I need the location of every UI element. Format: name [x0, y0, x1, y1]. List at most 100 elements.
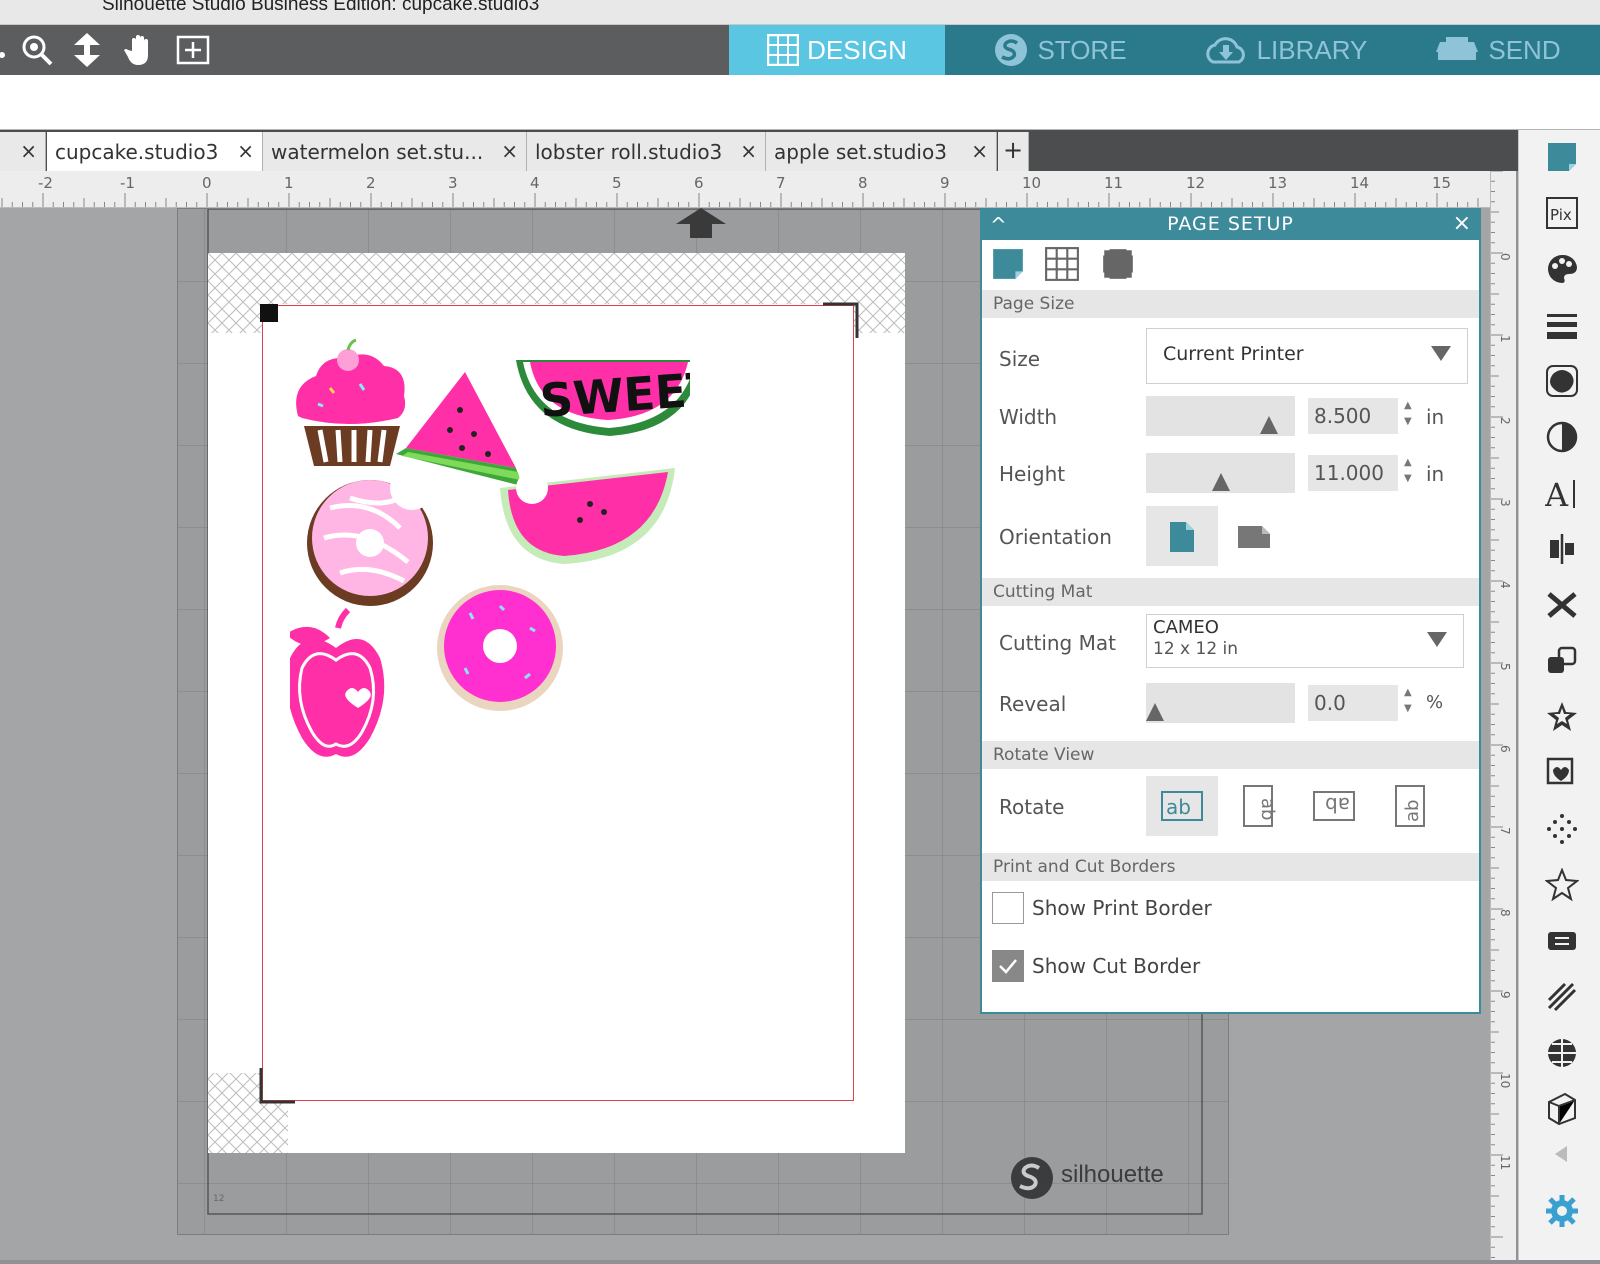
print-cut-icon[interactable] [1545, 924, 1579, 958]
tab-watermelon[interactable]: watermelon set.stu... × [263, 132, 527, 171]
toolbar-edge-icon[interactable] [0, 31, 14, 69]
rotate-0-icon: ab [1161, 791, 1203, 821]
collapse-panel-icon[interactable] [1551, 1144, 1571, 1164]
main-toolbar: DESIGN STORE LIBRARY SEND [0, 25, 1600, 75]
rotate-180-button[interactable]: ab [1298, 776, 1370, 836]
registration-marks-subtab-icon[interactable] [1100, 246, 1136, 282]
tab-label: lobster roll.studio3 [535, 140, 723, 164]
tool-options-bar [0, 75, 1600, 130]
registration-mark-corner [823, 302, 859, 338]
close-icon[interactable]: × [1453, 211, 1471, 236]
cutting-mat-dropdown[interactable]: CAMEO 12 x 12 in [1146, 614, 1464, 668]
section-title: Print and Cut Borders [993, 857, 1176, 877]
slider-thumb[interactable] [1146, 703, 1164, 721]
feed-direction-icon [676, 208, 726, 238]
align-icon[interactable] [1545, 532, 1579, 566]
tab-store[interactable]: STORE [945, 25, 1175, 75]
svg-text:ab: ab [1402, 800, 1423, 822]
tab-close-icon[interactable]: × [501, 139, 518, 163]
sketch-dots-icon[interactable] [1545, 812, 1579, 846]
slider-thumb[interactable] [1212, 473, 1230, 491]
line-style-icon[interactable] [1545, 308, 1579, 342]
design-objects[interactable]: SWEET [290, 338, 690, 768]
pixscan-icon[interactable]: Pix [1545, 196, 1579, 230]
rotate-270-button[interactable]: ab [1374, 776, 1446, 836]
tab-close-icon[interactable]: × [20, 139, 37, 163]
hatch-fill-icon[interactable] [1545, 980, 1579, 1014]
ruler-label: 14 [1350, 174, 1369, 192]
cutting-machine-icon [1436, 37, 1479, 60]
modify-icon[interactable] [1545, 644, 1579, 678]
height-slider[interactable] [1146, 453, 1295, 493]
settings-gear-icon[interactable] [1545, 1194, 1579, 1228]
contrast-icon[interactable] [1545, 420, 1579, 454]
tab-apple-set[interactable]: apple set.studio3 × [766, 132, 997, 171]
ruler-label: 1 [284, 174, 294, 192]
tab-close-icon[interactable]: × [740, 139, 757, 163]
add-tab-button[interactable]: + [998, 132, 1029, 171]
sweet-watermelon-shape[interactable]: SWEET [516, 360, 690, 436]
show-print-border-label[interactable]: Show Print Border [1032, 896, 1212, 920]
rotate-90-button[interactable]: ab [1222, 776, 1294, 836]
ruler-label: 4 [530, 174, 540, 192]
favorite-star-icon[interactable] [1545, 868, 1579, 902]
ruler-label: 11 [1498, 1155, 1512, 1170]
tab-overflow[interactable]: × [0, 132, 46, 171]
slider-thumb[interactable] [1260, 416, 1278, 434]
tab-lobster-roll[interactable]: lobster roll.studio3 × [527, 132, 766, 171]
apple-shape[interactable] [290, 607, 385, 757]
text-style-icon[interactable]: A [1545, 476, 1579, 510]
tab-close-icon[interactable]: × [237, 139, 254, 163]
ruler-right-ticks: 0 1 2 3 4 5 6 7 8 9 10 11 [1491, 170, 1512, 1258]
size-label: Size [999, 347, 1041, 371]
show-cut-border-checkbox[interactable] [992, 950, 1024, 982]
3d-layer-icon[interactable] [1545, 1092, 1579, 1126]
height-stepper[interactable]: ▲ ▼ [1404, 455, 1418, 491]
pan-down-icon[interactable] [68, 31, 106, 69]
ruler-label: -2 [38, 174, 53, 192]
zoom-icon[interactable] [18, 31, 56, 69]
ruler-label: 4 [1498, 581, 1512, 589]
watermelon-wedge-shape[interactable] [500, 468, 675, 564]
section-rotate-view: Rotate View [982, 741, 1479, 769]
tab-cupcake[interactable]: cupcake.studio3 × [47, 132, 263, 171]
hand-icon[interactable] [122, 31, 160, 69]
width-slider[interactable] [1146, 396, 1295, 436]
rotate-270-icon: ab [1395, 785, 1425, 827]
landscape-orientation-button[interactable] [1218, 506, 1290, 566]
offset-star-icon[interactable] [1545, 700, 1579, 734]
page-setup-subtab-icon[interactable] [990, 246, 1026, 282]
reveal-stepper[interactable]: ▲ ▼ [1404, 685, 1418, 721]
width-input[interactable]: 8.500 [1308, 398, 1398, 434]
checkmark-icon [999, 959, 1017, 974]
section-title: Page Size [993, 294, 1075, 314]
fill-pattern-icon[interactable] [1545, 364, 1579, 398]
reveal-input[interactable]: 0.0 [1308, 685, 1398, 721]
rotate-0-button[interactable]: ab [1146, 776, 1218, 836]
ruler-label: 2 [1498, 417, 1512, 425]
reveal-label: Reveal [999, 692, 1067, 716]
tab-design[interactable]: DESIGN [729, 25, 945, 75]
donut-drizzle-shape[interactable] [307, 466, 434, 606]
tab-close-icon[interactable]: × [971, 139, 988, 163]
cupcake-shape[interactable] [296, 338, 406, 466]
reveal-slider[interactable] [1146, 683, 1295, 723]
nesting-icon[interactable] [1545, 1036, 1579, 1070]
palette-icon[interactable] [1545, 252, 1579, 286]
show-cut-border-label[interactable]: Show Cut Border [1032, 954, 1200, 978]
grid-subtab-icon[interactable] [1044, 246, 1080, 282]
page-setup-icon[interactable] [1545, 140, 1579, 174]
fit-to-page-icon[interactable] [174, 31, 212, 69]
replicate-icon[interactable] [1545, 588, 1579, 622]
height-input[interactable]: 11.000 [1308, 455, 1398, 491]
cloud-download-icon [1205, 37, 1245, 64]
trace-icon[interactable] [1545, 756, 1579, 790]
donut-sprinkles-shape[interactable] [437, 585, 563, 711]
ruler-label: 3 [1498, 499, 1512, 507]
size-dropdown[interactable]: Current Printer [1146, 328, 1468, 384]
tab-send[interactable]: SEND [1395, 25, 1600, 75]
portrait-orientation-button[interactable] [1146, 506, 1218, 566]
width-stepper[interactable]: ▲ ▼ [1404, 398, 1418, 434]
tab-library[interactable]: LIBRARY [1175, 25, 1395, 75]
show-print-border-checkbox[interactable] [992, 892, 1024, 924]
